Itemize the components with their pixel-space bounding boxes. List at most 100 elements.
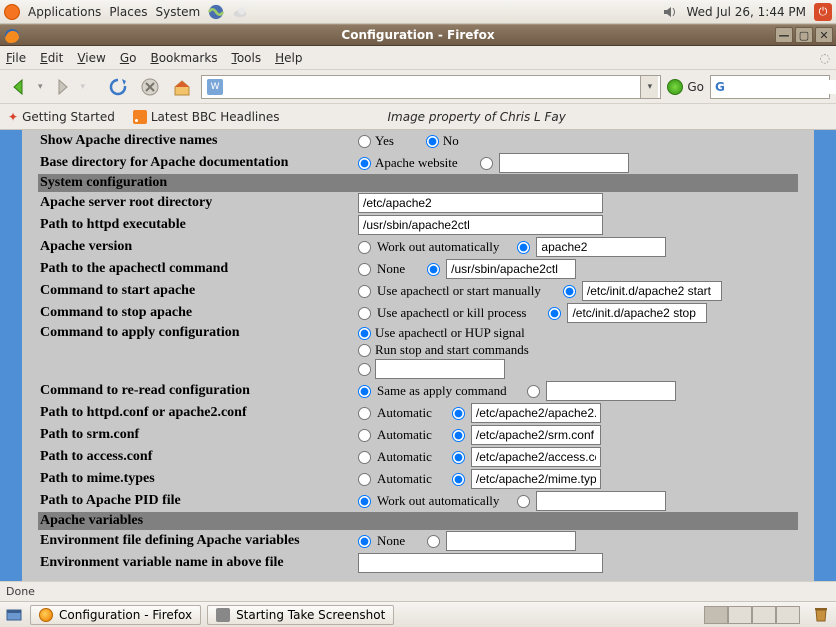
radio-apply-custom[interactable] — [358, 363, 371, 376]
workspace-4[interactable] — [776, 606, 800, 624]
system-menu[interactable]: System — [155, 5, 200, 19]
radio-reread-custom[interactable] — [527, 385, 540, 398]
browser-launcher-icon[interactable] — [208, 4, 224, 20]
bookmark-label: Getting Started — [22, 110, 115, 124]
radio-stop-default[interactable] — [358, 307, 371, 320]
radio-apply-restart[interactable] — [358, 344, 371, 357]
reload-button[interactable] — [105, 74, 131, 100]
radio-start-custom[interactable] — [563, 285, 576, 298]
radio-start-default[interactable] — [358, 285, 371, 298]
opt-pid-auto: Work out automatically — [377, 493, 499, 509]
input-access-conf[interactable] — [471, 447, 601, 467]
radio-srm-custom[interactable] — [452, 429, 465, 442]
menubar: File Edit View Go Bookmarks Tools Help ◌ — [0, 46, 836, 70]
bookmark-bbc[interactable]: Latest BBC Headlines — [133, 110, 280, 124]
menu-tools[interactable]: Tools — [232, 51, 262, 65]
input-cmd-stop[interactable] — [567, 303, 707, 323]
search-bar[interactable]: G — [710, 75, 830, 99]
workspace-switcher[interactable] — [698, 606, 800, 624]
opt-no: No — [443, 133, 459, 149]
input-srm-conf[interactable] — [471, 425, 601, 445]
radio-version-auto[interactable] — [358, 241, 371, 254]
label-base-dir: Base directory for Apache documentation — [40, 155, 358, 171]
radio-mime-custom[interactable] — [452, 473, 465, 486]
radio-access-custom[interactable] — [452, 451, 465, 464]
label-apachectl: Path to the apachectl command — [40, 261, 358, 277]
opt-automatic: Automatic — [377, 449, 432, 465]
close-button[interactable]: ✕ — [815, 27, 833, 43]
weather-icon[interactable] — [232, 4, 248, 20]
applications-menu[interactable]: Applications — [28, 5, 101, 19]
screenshot-icon — [216, 608, 230, 622]
go-button[interactable]: Go — [667, 79, 704, 95]
ubuntu-logo-icon[interactable] — [4, 4, 20, 20]
radio-apply-hup[interactable] — [358, 327, 371, 340]
minimize-button[interactable]: — — [775, 27, 793, 43]
radio-apachectl-custom[interactable] — [427, 263, 440, 276]
radio-reread-same[interactable] — [358, 385, 371, 398]
forward-button[interactable] — [49, 74, 75, 100]
input-server-root[interactable] — [358, 193, 603, 213]
back-dropdown[interactable]: ▾ — [38, 82, 43, 92]
radio-base-dir-custom[interactable] — [480, 157, 493, 170]
radio-yes[interactable] — [358, 135, 371, 148]
radio-no[interactable] — [426, 135, 439, 148]
input-mime-types[interactable] — [471, 469, 601, 489]
menu-go[interactable]: Go — [120, 51, 137, 65]
radio-access-auto[interactable] — [358, 451, 371, 464]
workspace-3[interactable] — [752, 606, 776, 624]
menu-view[interactable]: View — [77, 51, 105, 65]
volume-icon[interactable] — [662, 4, 678, 20]
input-cmd-start[interactable] — [582, 281, 722, 301]
input-cmd-apply[interactable] — [375, 359, 505, 379]
radio-env-none[interactable] — [358, 535, 371, 548]
bookmark-getting-started[interactable]: ✦ Getting Started — [8, 110, 115, 124]
radio-apache-website[interactable] — [358, 157, 371, 170]
trash-icon[interactable] — [812, 605, 832, 625]
clock[interactable]: Wed Jul 26, 1:44 PM — [686, 5, 806, 19]
radio-pid-auto[interactable] — [358, 495, 371, 508]
input-pid-file[interactable] — [536, 491, 666, 511]
search-engine-icon[interactable]: G — [715, 80, 725, 94]
image-credit: Image property of Chris L Fay — [387, 110, 565, 124]
menu-file[interactable]: File — [6, 51, 26, 65]
radio-mime-auto[interactable] — [358, 473, 371, 486]
input-env-var-name[interactable] — [358, 553, 603, 573]
back-button[interactable] — [6, 74, 32, 100]
task-screenshot[interactable]: Starting Take Screenshot — [207, 605, 394, 625]
workspace-1[interactable] — [704, 606, 728, 624]
menu-bookmarks[interactable]: Bookmarks — [150, 51, 217, 65]
show-desktop-icon[interactable] — [4, 605, 24, 625]
stop-button[interactable] — [137, 74, 163, 100]
radio-pid-custom[interactable] — [517, 495, 530, 508]
input-apachectl[interactable] — [446, 259, 576, 279]
radio-httpd-conf-auto[interactable] — [358, 407, 371, 420]
input-env-file[interactable] — [446, 531, 576, 551]
input-apache-version[interactable] — [536, 237, 666, 257]
input-cmd-reread[interactable] — [546, 381, 676, 401]
opt-yes: Yes — [375, 133, 394, 149]
radio-httpd-conf-custom[interactable] — [452, 407, 465, 420]
nav-toolbar: ▾ ▾ W ▾ Go G — [0, 70, 836, 104]
radio-stop-custom[interactable] — [548, 307, 561, 320]
url-bar[interactable]: W ▾ — [201, 75, 661, 99]
search-input[interactable] — [729, 80, 836, 94]
input-base-dir[interactable] — [499, 153, 629, 173]
input-httpd-exec[interactable] — [358, 215, 603, 235]
home-button[interactable] — [169, 74, 195, 100]
url-input[interactable] — [226, 80, 640, 94]
input-httpd-conf[interactable] — [471, 403, 601, 423]
task-firefox[interactable]: Configuration - Firefox — [30, 605, 201, 625]
radio-srm-auto[interactable] — [358, 429, 371, 442]
url-dropdown[interactable]: ▾ — [640, 76, 658, 98]
places-menu[interactable]: Places — [109, 5, 147, 19]
menu-help[interactable]: Help — [275, 51, 302, 65]
radio-version-custom[interactable] — [517, 241, 530, 254]
workspace-2[interactable] — [728, 606, 752, 624]
section-apache-vars: Apache variables — [38, 512, 798, 530]
radio-apachectl-none[interactable] — [358, 263, 371, 276]
radio-env-custom[interactable] — [427, 535, 440, 548]
maximize-button[interactable]: ▢ — [795, 27, 813, 43]
power-icon[interactable]: ⏻ — [814, 3, 832, 21]
menu-edit[interactable]: Edit — [40, 51, 63, 65]
